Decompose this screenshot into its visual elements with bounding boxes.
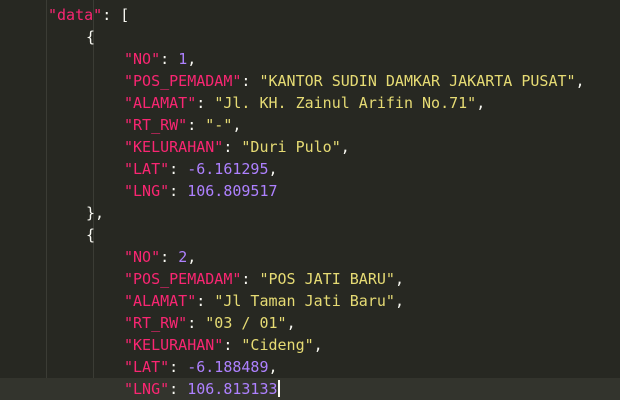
json-key: "LAT"	[124, 160, 170, 178]
code-text: "NO": 1,	[124, 48, 196, 70]
json-key: "LAT"	[124, 358, 170, 376]
colon: :	[102, 6, 121, 24]
code-line[interactable]: "KELURAHAN": "Cideng",	[0, 334, 620, 356]
code-line[interactable]: "LNG": 106.809517	[0, 180, 620, 202]
comma: ,	[286, 314, 296, 332]
code-line[interactable]: "POS_PEMADAM": "POS JATI BARU",	[0, 268, 620, 290]
code-text: "LNG": 106.813133	[124, 378, 280, 400]
code-text: "NO": 2,	[124, 246, 196, 268]
json-value: "Cideng"	[241, 336, 314, 354]
code-line[interactable]: {	[0, 224, 620, 246]
json-value: 106.809517	[187, 182, 278, 200]
code-line[interactable]: "ALAMAT": "Jl. KH. Zainul Arifin No.71",	[0, 92, 620, 114]
comma: ,	[187, 50, 197, 68]
text-cursor	[277, 379, 280, 397]
code-line[interactable]: {	[0, 26, 620, 48]
code-text: "RT_RW": "03 / 01",	[124, 312, 296, 334]
comma: ,	[268, 358, 278, 376]
code-text: "ALAMAT": "Jl. KH. Zainul Arifin No.71",	[124, 92, 485, 114]
json-key: "POS_PEMADAM"	[124, 270, 242, 288]
colon: :	[241, 270, 260, 288]
code-line[interactable]: "POS_PEMADAM": "KANTOR SUDIN DAMKAR JAKA…	[0, 70, 620, 92]
colon: :	[223, 336, 242, 354]
colon: :	[160, 50, 179, 68]
code-text: "POS_PEMADAM": "POS JATI BARU",	[124, 268, 404, 290]
json-key: "POS_PEMADAM"	[124, 72, 242, 90]
json-value: 2	[178, 248, 188, 266]
comma: ,	[187, 248, 197, 266]
bracket: [	[120, 6, 130, 24]
colon: :	[187, 314, 206, 332]
json-key: "LNG"	[124, 380, 170, 398]
code-text: "KELURAHAN": "Duri Pulo",	[124, 136, 350, 158]
json-key: "KELURAHAN"	[124, 336, 224, 354]
code-text: "LAT": -6.161295,	[124, 158, 278, 180]
json-key: "ALAMAT"	[124, 94, 197, 112]
json-value: 1	[178, 50, 188, 68]
json-key: "NO"	[124, 50, 161, 68]
json-value: "Jl Taman Jati Baru"	[214, 292, 395, 310]
comma: ,	[575, 72, 585, 90]
colon: :	[169, 160, 188, 178]
code-line[interactable]: "RT_RW": "03 / 01",	[0, 312, 620, 334]
json-key: "data"	[48, 6, 103, 24]
object-open-brace: {	[86, 28, 96, 46]
code-line[interactable]: },	[0, 202, 620, 224]
json-value: "Jl. KH. Zainul Arifin No.71"	[214, 94, 477, 112]
code-text: "POS_PEMADAM": "KANTOR SUDIN DAMKAR JAKA…	[124, 70, 585, 92]
code-text: "LAT": -6.188489,	[124, 356, 278, 378]
json-value: "03 / 01"	[205, 314, 287, 332]
json-value: "-"	[205, 116, 233, 134]
json-key: "RT_RW"	[124, 116, 188, 134]
colon: :	[196, 94, 215, 112]
colon: :	[241, 72, 260, 90]
json-value: -6.161295	[187, 160, 269, 178]
object-close-brace: },	[86, 204, 105, 222]
comma: ,	[340, 138, 350, 156]
code-line[interactable]: "KELURAHAN": "Duri Pulo",	[0, 136, 620, 158]
code-line[interactable]: "RT_RW": "-",	[0, 114, 620, 136]
comma: ,	[394, 270, 404, 288]
code-text: "LNG": 106.809517	[124, 180, 278, 202]
code-text: "KELURAHAN": "Cideng",	[124, 334, 323, 356]
json-key: "LNG"	[124, 182, 170, 200]
code-line[interactable]: "LAT": -6.188489,	[0, 356, 620, 378]
colon: :	[169, 358, 188, 376]
comma: ,	[268, 160, 278, 178]
current-code-line[interactable]: "LNG": 106.813133	[0, 378, 620, 400]
colon: :	[196, 292, 215, 310]
json-key: "NO"	[124, 248, 161, 266]
code-line[interactable]: "NO": 1,	[0, 48, 620, 70]
colon: :	[169, 380, 188, 398]
json-value: 106.813133	[187, 380, 278, 398]
code-text: "RT_RW": "-",	[124, 114, 241, 136]
code-text: "data": [	[48, 4, 129, 26]
code-line[interactable]: "ALAMAT": "Jl Taman Jati Baru",	[0, 290, 620, 312]
comma: ,	[313, 336, 323, 354]
code-line[interactable]: "NO": 2,	[0, 246, 620, 268]
json-value: -6.188489	[187, 358, 269, 376]
colon: :	[160, 248, 179, 266]
comma: ,	[394, 292, 404, 310]
colon: :	[187, 116, 206, 134]
colon: :	[169, 182, 188, 200]
json-key: "KELURAHAN"	[124, 138, 224, 156]
code-editor[interactable]: "data": [ { "NO": 1, "POS_PEMADAM": "KAN…	[0, 0, 620, 400]
code-line[interactable]: "LAT": -6.161295,	[0, 158, 620, 180]
code-text: "ALAMAT": "Jl Taman Jati Baru",	[124, 290, 404, 312]
comma: ,	[232, 116, 242, 134]
json-value: "KANTOR SUDIN DAMKAR JAKARTA PUSAT"	[259, 72, 576, 90]
json-key: "RT_RW"	[124, 314, 188, 332]
json-key: "ALAMAT"	[124, 292, 197, 310]
code-line[interactable]: "data": [	[0, 4, 620, 26]
json-value: "Duri Pulo"	[241, 138, 341, 156]
colon: :	[223, 138, 242, 156]
json-value: "POS JATI BARU"	[259, 270, 395, 288]
object-open-brace: {	[86, 226, 96, 244]
comma: ,	[476, 94, 486, 112]
